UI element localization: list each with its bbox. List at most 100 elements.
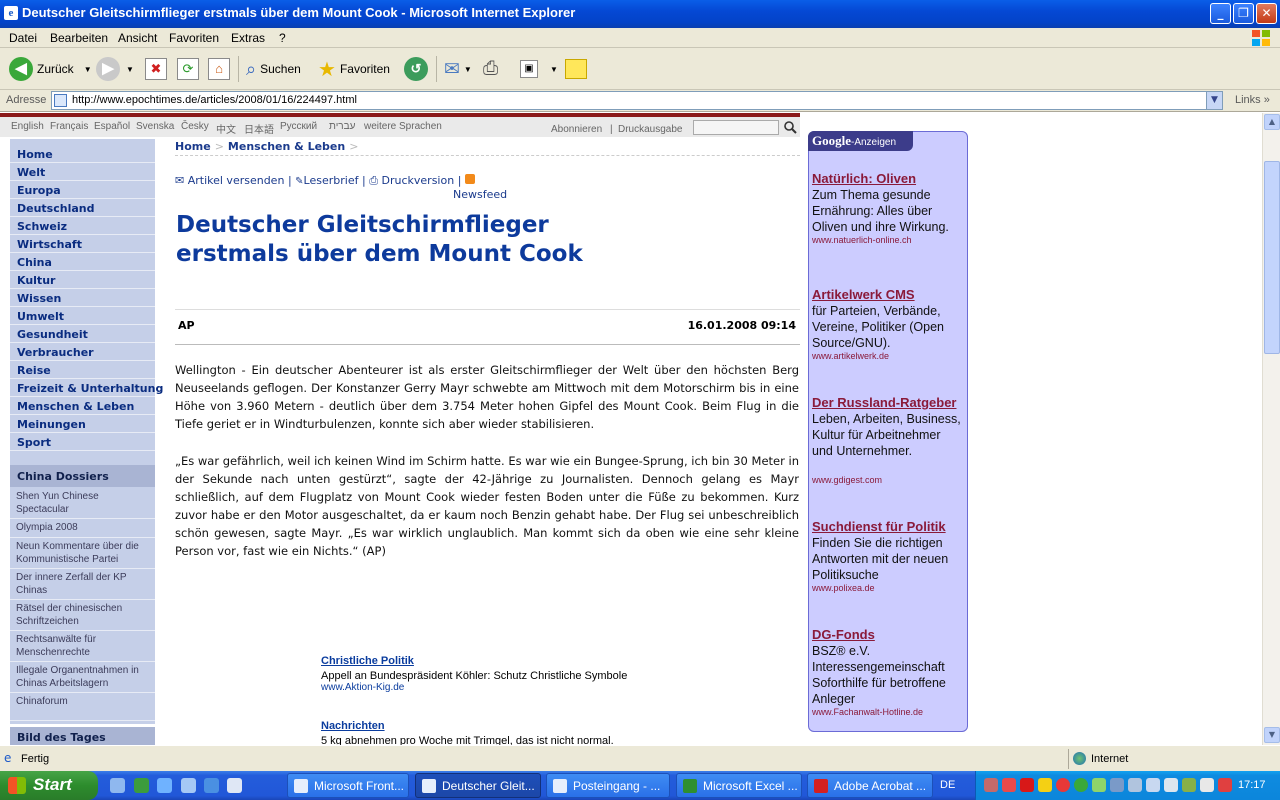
dossier-item[interactable]: Chinaforum — [10, 693, 155, 721]
lang-japanese[interactable]: 日本語 — [244, 121, 274, 136]
favorites-button[interactable]: ★ Favoriten — [318, 56, 390, 82]
lang-russian[interactable]: Русский — [280, 121, 317, 132]
links-button[interactable]: Links » — [1235, 94, 1270, 106]
print-edition-link[interactable]: Druckausgabe — [618, 124, 682, 135]
dossier-item[interactable]: Der innere Zerfall der KP Chinas — [10, 569, 155, 600]
nav-umwelt[interactable]: Umwelt — [10, 307, 155, 325]
google-ad-title[interactable]: Suchdienst für Politik — [812, 519, 946, 534]
nav-reise[interactable]: Reise — [10, 361, 155, 379]
dossier-item[interactable]: Illegale Organentnahmen in Chinas Arbeit… — [10, 662, 155, 693]
lang-hebrew[interactable]: עברית — [329, 121, 355, 132]
dossier-item[interactable]: Shen Yun Chinese Spectacular — [10, 488, 155, 519]
start-button[interactable]: Start — [0, 771, 98, 800]
print-button[interactable]: ⎙ — [483, 56, 498, 82]
home-button[interactable]: ⌂ — [208, 56, 230, 82]
tray-icon[interactable] — [1218, 778, 1232, 792]
language-indicator[interactable]: DE — [940, 779, 955, 791]
quicklaunch-excel-icon[interactable] — [134, 778, 149, 793]
quicklaunch-media-icon[interactable] — [227, 778, 242, 793]
minimize-button[interactable]: _ — [1210, 3, 1231, 24]
search-button[interactable]: ⌕ Suchen — [246, 56, 301, 82]
dossier-item[interactable]: Neun Kommentare über die Kommunistische … — [10, 538, 155, 569]
address-url[interactable]: http://www.epochtimes.de/articles/2008/0… — [72, 94, 357, 106]
google-ad-url[interactable]: www.gdigest.com — [812, 475, 882, 485]
nav-europa[interactable]: Europa — [10, 181, 155, 199]
nav-meinungen[interactable]: Meinungen — [10, 415, 155, 433]
lang-swedish[interactable]: Svenska — [136, 121, 174, 132]
lang-english[interactable]: English — [11, 121, 44, 132]
mail-button[interactable]: ✉ ▼ — [444, 56, 472, 82]
tray-icon[interactable] — [1128, 778, 1142, 792]
tray-icon[interactable] — [1074, 778, 1088, 792]
tray-icon[interactable] — [1110, 778, 1124, 792]
nav-verbraucher[interactable]: Verbraucher — [10, 343, 155, 361]
stop-button[interactable]: ✖ — [145, 56, 167, 82]
close-button[interactable]: ✕ — [1256, 3, 1277, 24]
quicklaunch-outlook-icon[interactable] — [181, 778, 196, 793]
dossier-item[interactable]: Olympia 2008 — [10, 519, 155, 538]
site-search-input[interactable] — [693, 120, 779, 135]
breadcrumb-section[interactable]: Menschen & Leben — [228, 140, 345, 153]
google-ad-title[interactable]: Artikelwerk CMS — [812, 287, 915, 302]
menu-help[interactable]: ? — [279, 31, 286, 45]
subscribe-link[interactable]: Abonnieren — [551, 124, 602, 135]
nav-sport[interactable]: Sport — [10, 433, 155, 451]
nav-wissen[interactable]: Wissen — [10, 289, 155, 307]
maximize-button[interactable]: ❐ — [1233, 3, 1254, 24]
task-ie-active[interactable]: Deutscher Gleit... — [415, 773, 541, 798]
nav-menschen-leben[interactable]: Menschen & Leben — [10, 397, 155, 415]
reader-letter-link[interactable]: Leserbrief — [304, 174, 359, 187]
history-button[interactable]: ↺ — [404, 56, 428, 82]
menu-favoriten[interactable]: Favoriten — [169, 31, 219, 45]
lang-french[interactable]: Français — [50, 121, 88, 132]
nav-deutschland[interactable]: Deutschland — [10, 199, 155, 217]
tray-icon[interactable] — [1200, 778, 1214, 792]
nav-kultur[interactable]: Kultur — [10, 271, 155, 289]
edit-button[interactable]: ▣ ▼ — [520, 56, 558, 82]
google-ad-title[interactable]: Natürlich: Oliven — [812, 171, 916, 186]
lang-spanish[interactable]: Español — [94, 121, 130, 132]
send-article-link[interactable]: Artikel versenden — [188, 174, 285, 187]
tray-icon[interactable] — [1038, 778, 1052, 792]
menu-bearbeiten[interactable]: Bearbeiten — [50, 31, 108, 45]
nav-freizeit[interactable]: Freizeit & Unterhaltung — [10, 379, 163, 397]
quicklaunch-ie-icon[interactable] — [157, 778, 172, 793]
nav-welt[interactable]: Welt — [10, 163, 155, 181]
lang-czech[interactable]: Česky — [181, 121, 209, 132]
inline-ad-url[interactable]: www.Aktion-Kig.de — [321, 682, 404, 693]
quicklaunch-messenger-icon[interactable] — [204, 778, 219, 793]
tray-icon[interactable] — [1182, 778, 1196, 792]
task-frontpage[interactable]: Microsoft Front... — [287, 773, 409, 798]
lang-chinese[interactable]: 中文 — [216, 121, 236, 136]
back-button[interactable]: ◀ Zurück ▼ — [9, 56, 92, 82]
newsfeed-link[interactable]: Newsfeed — [453, 187, 507, 202]
tray-icon[interactable] — [1164, 778, 1178, 792]
inline-ad-title[interactable]: Nachrichten — [321, 720, 385, 732]
google-ad-url[interactable]: www.polixea.de — [812, 583, 875, 593]
nav-gesundheit[interactable]: Gesundheit — [10, 325, 155, 343]
site-search-button[interactable] — [782, 120, 798, 135]
menu-extras[interactable]: Extras — [231, 31, 265, 45]
nav-schweiz[interactable]: Schweiz — [10, 217, 155, 235]
tray-icon[interactable] — [1002, 778, 1016, 792]
inline-ad-title[interactable]: Christliche Politik — [321, 655, 414, 667]
tray-icon[interactable] — [1092, 778, 1106, 792]
scroll-down-button[interactable]: ▼ — [1264, 727, 1280, 743]
forward-button[interactable]: ▶ ▼ — [96, 56, 134, 82]
menu-ansicht[interactable]: Ansicht — [118, 31, 157, 45]
google-ad-url[interactable]: www.natuerlich-online.ch — [812, 235, 912, 245]
google-ad-title[interactable]: DG-Fonds — [812, 627, 875, 642]
dossier-item[interactable]: Rätsel der chinesischen Schriftzeichen — [10, 600, 155, 631]
google-ad-url[interactable]: www.artikelwerk.de — [812, 351, 889, 361]
menu-datei[interactable]: Datei — [9, 31, 37, 45]
tray-icon[interactable] — [984, 778, 998, 792]
address-dropdown-button[interactable]: ▼ — [1206, 92, 1222, 109]
nav-china[interactable]: China — [10, 253, 155, 271]
breadcrumb-home[interactable]: Home — [175, 140, 211, 153]
google-ad-url[interactable]: www.Fachanwalt-Hotline.de — [812, 707, 923, 717]
quicklaunch-desktop-icon[interactable] — [110, 778, 125, 793]
task-excel[interactable]: Microsoft Excel ... — [676, 773, 802, 798]
google-ad-title[interactable]: Der Russland-Ratgeber — [812, 395, 956, 410]
nav-wirtschaft[interactable]: Wirtschaft — [10, 235, 155, 253]
tray-icon[interactable] — [1146, 778, 1160, 792]
